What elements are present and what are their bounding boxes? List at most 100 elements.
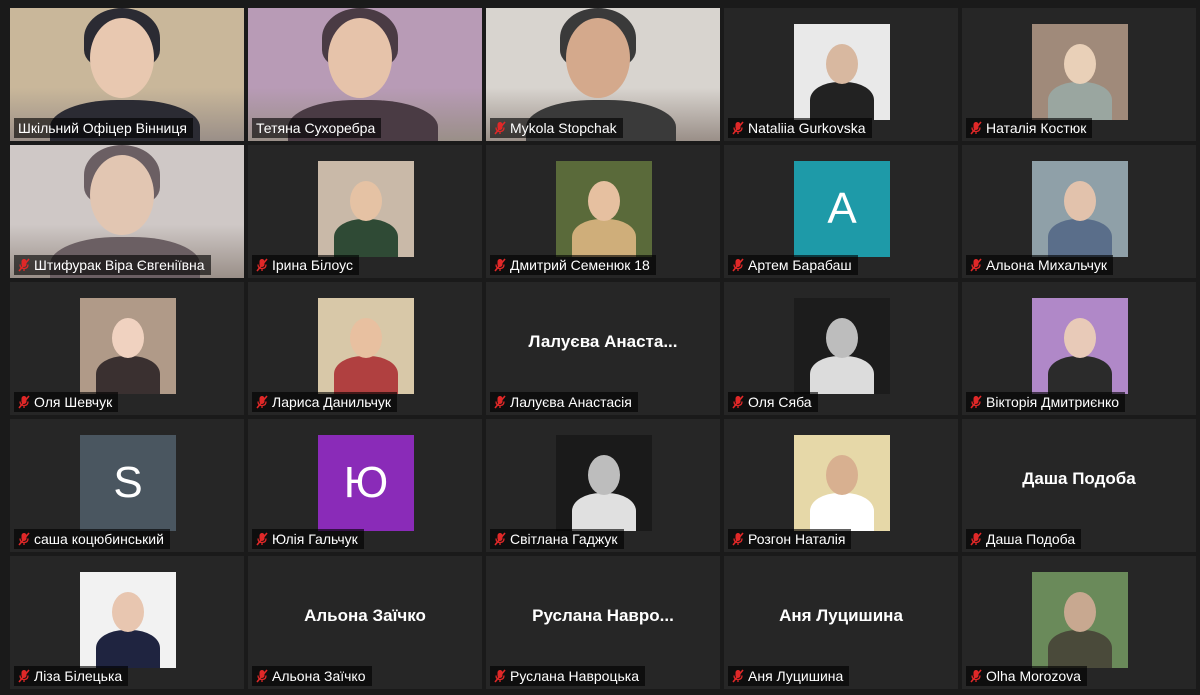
muted-mic-icon: [256, 669, 268, 683]
person-body: [810, 493, 874, 531]
participant-name: Руслана Навроцька: [510, 668, 639, 684]
participant-tile[interactable]: Оля Шевчук: [10, 282, 244, 415]
gallery-grid: Шкільний Офіцер Вінниця Тетяна Сухоребра M…: [10, 8, 1196, 695]
participant-tile[interactable]: Лалуєва Анаста... Лалуєва Анастасія: [486, 282, 720, 415]
participant-tile[interactable]: Шкільний Офіцер Вінниця: [10, 8, 244, 141]
participant-tile[interactable]: Mykola Stopchak: [486, 8, 720, 141]
person-body: [810, 82, 874, 120]
participant-tile[interactable]: Тетяна Сухоребра: [248, 8, 482, 141]
person-body: [1048, 356, 1112, 394]
participant-name: Артем Барабаш: [748, 257, 852, 273]
muted-mic-icon: [970, 532, 982, 546]
participant-name: саша коцюбинський: [34, 531, 164, 547]
person-head: [1064, 181, 1096, 221]
profile-picture: [80, 298, 176, 394]
person-body: [96, 630, 160, 668]
person-head: [826, 44, 858, 84]
participant-name: Лалуєва Анастасія: [510, 394, 632, 410]
person-head: [826, 455, 858, 495]
person-head: [826, 318, 858, 358]
participant-tile[interactable]: Ю Юлія Гальчук: [248, 419, 482, 552]
profile-picture: [1032, 298, 1128, 394]
profile-picture: [556, 161, 652, 257]
muted-mic-icon: [970, 395, 982, 409]
person-head: [1064, 592, 1096, 632]
participant-display-name: Альона Заїчко: [304, 606, 426, 625]
profile-picture: [318, 161, 414, 257]
person-head: [350, 181, 382, 221]
profile-picture: [80, 572, 176, 668]
person-head: [350, 318, 382, 358]
participant-tile[interactable]: Olha Morozova: [962, 556, 1196, 689]
participant-tile[interactable]: Ірина Білоус: [248, 145, 482, 278]
muted-mic-icon: [494, 669, 506, 683]
participant-name-label: Аня Луцишина: [728, 666, 850, 686]
person-body: [1048, 630, 1112, 668]
participant-name-label: саша коцюбинський: [14, 529, 170, 549]
participant-name: Ірина Білоус: [272, 257, 353, 273]
muted-mic-icon: [18, 532, 30, 546]
participant-tile[interactable]: Вікторія Дмитриєнко: [962, 282, 1196, 415]
participant-name: Альона Михальчук: [986, 257, 1108, 273]
participant-tile[interactable]: Альона Заїчко Альона Заїчко: [248, 556, 482, 689]
participant-name-label: Ірина Білоус: [252, 255, 359, 275]
profile-picture: [794, 24, 890, 120]
participant-tile[interactable]: Наталія Костюк: [962, 8, 1196, 141]
participant-name: Розгон Наталія: [748, 531, 846, 547]
participant-tile[interactable]: Sсаша коцюбинський: [10, 419, 244, 552]
participant-name: Наталія Костюк: [986, 120, 1087, 136]
participant-tile[interactable]: Штифурак Віра Євгеніївна: [10, 145, 244, 278]
participant-tile[interactable]: Руслана Навро... Руслана Навроцька: [486, 556, 720, 689]
profile-picture: [794, 298, 890, 394]
participant-display-name: Аня Луцишина: [779, 606, 903, 625]
participant-tile[interactable]: Даша Подоба Даша Подоба: [962, 419, 1196, 552]
profile-picture: [1032, 24, 1128, 120]
participant-tile[interactable]: Оля Сяба: [724, 282, 958, 415]
muted-mic-icon: [256, 532, 268, 546]
avatar-initial: A: [794, 161, 890, 257]
participant-tile[interactable]: Розгон Наталія: [724, 419, 958, 552]
participant-tile[interactable]: Ліза Білецька: [10, 556, 244, 689]
participant-name-label: Світлана Гаджук: [490, 529, 624, 549]
participant-tile[interactable]: Альона Михальчук: [962, 145, 1196, 278]
participant-name: Штифурак Віра Євгеніївна: [34, 257, 205, 273]
person-body: [1048, 82, 1112, 120]
participant-name: Mykola Stopchak: [510, 120, 617, 136]
person-body: [810, 356, 874, 394]
participant-tile[interactable]: Дмитрий Семенюк 18: [486, 145, 720, 278]
participant-name-label: Юлія Гальчук: [252, 529, 364, 549]
avatar-initial: S: [80, 435, 176, 531]
participant-tile[interactable]: Світлана Гаджук: [486, 419, 720, 552]
participant-name-label: Лариса Данильчук: [252, 392, 398, 412]
participant-display-name: Лалуєва Анаста...: [528, 332, 678, 351]
participant-name: Вікторія Дмитриєнко: [986, 394, 1120, 410]
participant-tile[interactable]: Nataliia Gurkovska: [724, 8, 958, 141]
participant-name: Лариса Данильчук: [272, 394, 392, 410]
participant-tile[interactable]: Лариса Данильчук: [248, 282, 482, 415]
participant-name-label: Альона Заїчко: [252, 666, 372, 686]
participant-name: Світлана Гаджук: [510, 531, 618, 547]
person-head: [90, 18, 154, 98]
profile-picture: [794, 435, 890, 531]
participant-name: Даша Подоба: [986, 531, 1076, 547]
participant-name: Ліза Білецька: [34, 668, 123, 684]
participant-name: Nataliia Gurkovska: [748, 120, 866, 136]
person-body: [334, 356, 398, 394]
person-body: [1048, 219, 1112, 257]
muted-mic-icon: [732, 121, 744, 135]
person-body: [572, 493, 636, 531]
muted-mic-icon: [18, 395, 30, 409]
participant-name-label: Штифурак Віра Євгеніївна: [14, 255, 211, 275]
person-head: [90, 155, 154, 235]
person-body: [334, 219, 398, 257]
participant-tile[interactable]: A Артем Барабаш: [724, 145, 958, 278]
participant-name: Olha Morozova: [986, 668, 1081, 684]
muted-mic-icon: [494, 395, 506, 409]
profile-picture: [1032, 161, 1128, 257]
participant-name: Дмитрий Семенюк 18: [510, 257, 650, 273]
participant-name: Тетяна Сухоребра: [256, 120, 376, 136]
person-head: [112, 318, 144, 358]
participant-tile[interactable]: Аня Луцишина Аня Луцишина: [724, 556, 958, 689]
muted-mic-icon: [494, 532, 506, 546]
participant-name-label: Лалуєва Анастасія: [490, 392, 638, 412]
